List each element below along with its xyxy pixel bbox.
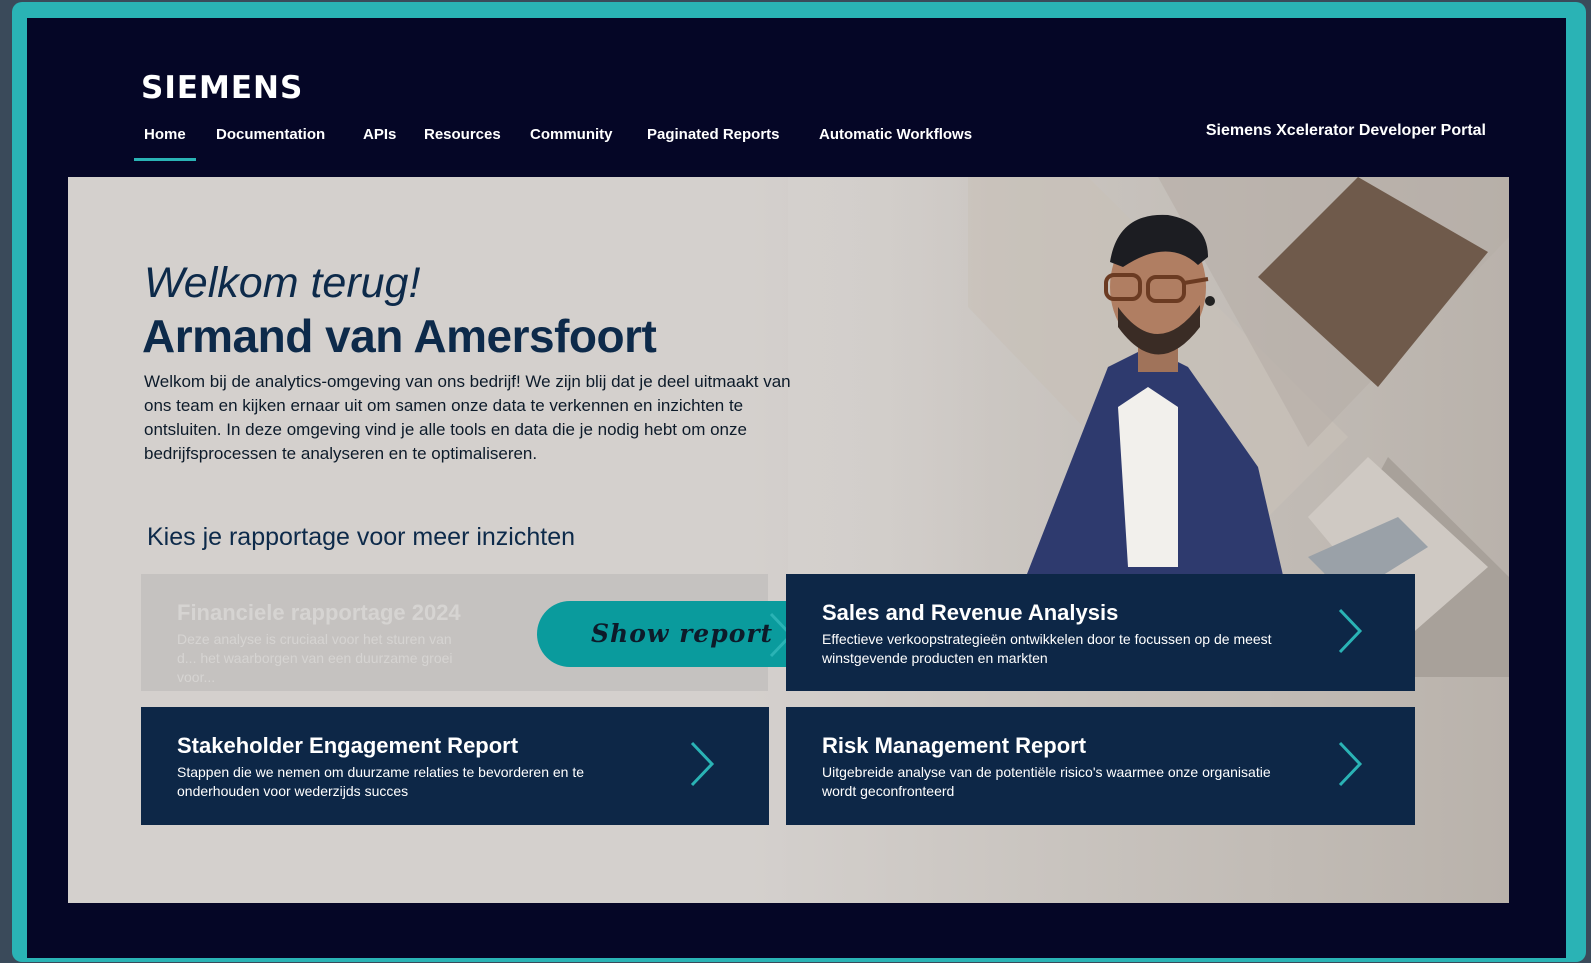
report-card-description: Uitgebreide analyse van de potentiële ri… [822,764,1271,799]
user-name-heading: Armand van Amersfoort [142,310,657,362]
show-report-label: Show report [591,619,774,648]
report-card-description: Deze analyse is cruciaal voor het sturen… [177,631,453,685]
nav-paginated-reports[interactable]: Paginated Reports [647,126,780,143]
siemens-logo[interactable]: SIEMENS [141,70,303,106]
nav-automatic-workflows[interactable]: Automatic Workflows [819,126,972,143]
intro-text: Welkom bij de analytics-omgeving van ons… [144,372,791,463]
report-card-title: Financiele rapportage 2024 [177,600,461,625]
report-card-description: Stappen die we nemen om duurzame relatie… [177,764,585,799]
report-card-risk[interactable]: Risk Management Report Uitgebreide analy… [786,707,1415,825]
welcome-heading: Welkom terug! [144,259,421,307]
show-report-button[interactable]: Show report [537,601,825,667]
report-card-title: Risk Management Report [822,733,1087,758]
chevron-right-icon[interactable] [1334,606,1364,656]
report-card-description: Effectieve verkoopstrategieën ontwikkele… [822,631,1272,666]
nav-resources[interactable]: Resources [424,126,501,143]
nav-apis[interactable]: APIs [363,126,396,143]
portal-title[interactable]: Siemens Xcelerator Developer Portal [1206,122,1486,140]
chevron-right-icon[interactable] [686,739,716,789]
nav-community[interactable]: Community [530,126,613,143]
nav-documentation[interactable]: Documentation [216,126,325,143]
nav-home[interactable]: Home [134,126,196,161]
report-card-financiele[interactable]: Financiele rapportage 2024 Deze analyse … [141,574,825,691]
report-card-title: Stakeholder Engagement Report [177,733,519,758]
report-card-sales[interactable]: Sales and Revenue Analysis Effectieve ve… [786,574,1415,691]
report-card-stakeholder[interactable]: Stakeholder Engagement Report Stappen di… [141,707,769,825]
chevron-right-icon[interactable] [1334,739,1364,789]
report-card-title: Sales and Revenue Analysis [822,600,1119,625]
reports-heading: Kies je rapportage voor meer inzichten [147,523,576,551]
hero-section: Welkom terug! Armand van Amersfoort Welk… [68,177,1509,903]
